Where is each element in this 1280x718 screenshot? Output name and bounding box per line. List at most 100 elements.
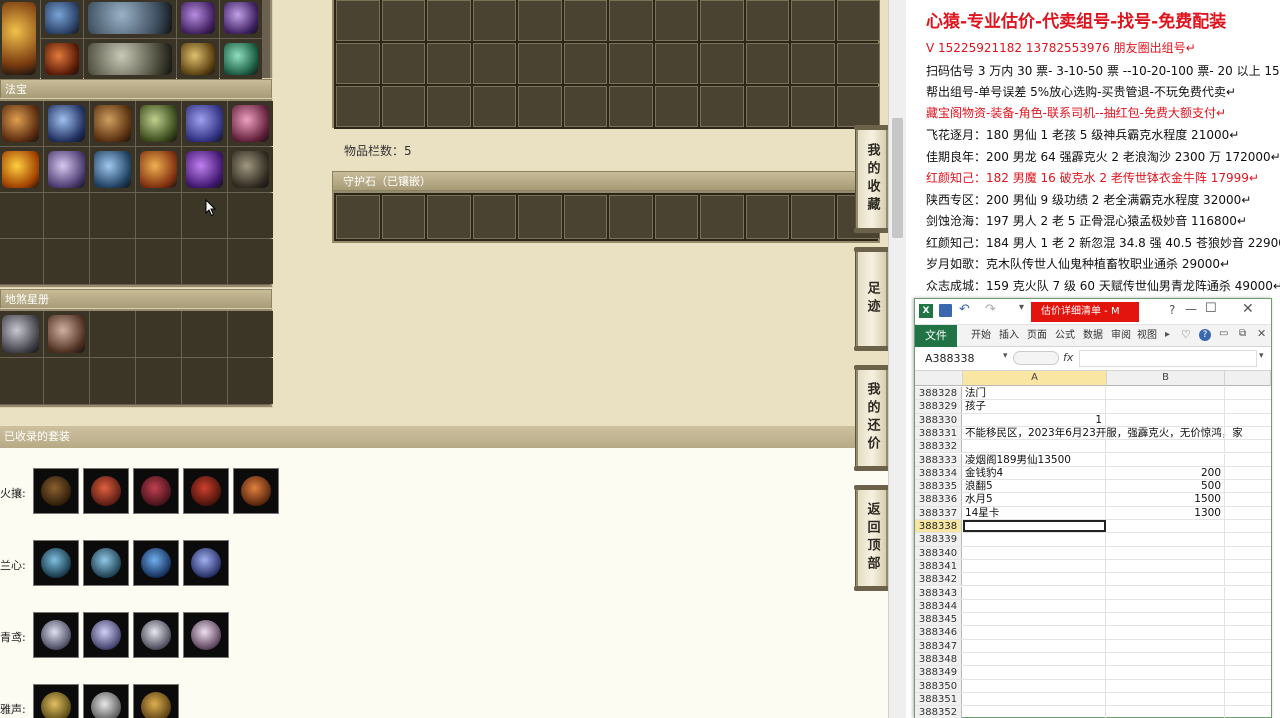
fabao-slot-empty[interactable] (90, 193, 135, 238)
fabao-slot[interactable] (0, 101, 43, 146)
row-number[interactable]: 388345 (915, 613, 962, 626)
suit-item[interactable] (233, 468, 279, 514)
suit-item[interactable] (83, 612, 129, 658)
table-row[interactable]: 388340 (915, 546, 1271, 560)
row-number[interactable]: 388342 (915, 573, 962, 586)
fabao-slot-empty[interactable] (0, 193, 43, 238)
ribbon-help-icon[interactable]: ? (1199, 329, 1211, 341)
inventory-slot[interactable] (472, 86, 516, 127)
inventory-slot[interactable] (381, 43, 425, 84)
row-number[interactable]: 388352 (915, 706, 962, 718)
cell-a[interactable]: 孩子 (963, 400, 1106, 413)
fabao-slot[interactable] (90, 147, 135, 192)
table-row[interactable]: 388345 (915, 613, 1271, 627)
tab-review[interactable]: 审阅 (1111, 327, 1131, 345)
close-icon[interactable]: ✕ (1242, 301, 1254, 317)
inventory-slot[interactable] (654, 0, 698, 41)
guardian-slot[interactable] (609, 195, 653, 239)
tab-data[interactable]: 数据 (1083, 327, 1103, 345)
suit-item[interactable] (33, 612, 79, 658)
inventory-slot[interactable] (791, 86, 835, 127)
star-card-slot-empty[interactable] (182, 358, 227, 404)
row-number[interactable]: 388331 (915, 426, 962, 440)
tab-home[interactable]: 开始 (971, 327, 991, 345)
star-card-slot-empty[interactable] (44, 358, 89, 404)
cell-a[interactable]: 凌烟阁189男仙13500 (963, 453, 1106, 466)
cell-a[interactable]: 水月5 (963, 493, 1106, 506)
inventory-slot[interactable] (518, 86, 562, 127)
equip-slot[interactable] (41, 39, 83, 79)
fabao-slot-empty[interactable] (0, 239, 43, 284)
inventory-slot[interactable] (609, 0, 653, 41)
inventory-slot[interactable] (609, 43, 653, 84)
row-number[interactable]: 388330 (915, 413, 962, 426)
table-row[interactable]: 388332 (915, 440, 1271, 454)
cell-a[interactable] (963, 586, 1106, 599)
cell-a[interactable] (963, 653, 1106, 666)
fabao-slot-empty[interactable] (136, 239, 181, 284)
formula-controls[interactable] (1013, 351, 1059, 365)
suit-item[interactable] (83, 684, 129, 718)
tab-page-layout[interactable]: 页面 (1027, 327, 1047, 345)
suit-item[interactable] (133, 612, 179, 658)
inventory-slot[interactable] (336, 43, 380, 84)
suit-item[interactable] (183, 540, 229, 586)
star-card-slot[interactable] (44, 311, 89, 357)
row-number[interactable]: 388332 (915, 440, 962, 453)
fx-icon[interactable]: fx (1063, 351, 1073, 364)
table-row[interactable]: 388351 (915, 692, 1271, 707)
table-row[interactable]: 388342 (915, 573, 1271, 587)
inventory-slot[interactable] (836, 86, 880, 127)
column-header-b[interactable]: B (1107, 371, 1225, 386)
cell-a[interactable] (963, 520, 1106, 533)
row-number[interactable]: 388340 (915, 546, 962, 559)
star-card-slot-empty[interactable] (136, 311, 181, 357)
fabao-slot-empty[interactable] (182, 239, 227, 284)
cell-b[interactable]: 500 (1107, 480, 1225, 493)
equip-slot[interactable] (84, 0, 176, 38)
cell-b[interactable] (1107, 679, 1225, 692)
cell-a[interactable]: 不能移民区，2023年6月23开服，强霹克火，无价惊鸿，家 (963, 426, 1243, 440)
suit-item[interactable] (33, 684, 79, 718)
name-box[interactable]: A388338 (925, 351, 1003, 367)
star-card-slot-empty[interactable] (90, 311, 135, 357)
save-icon[interactable] (939, 304, 952, 317)
inventory-slot[interactable] (609, 86, 653, 127)
equip-slot[interactable] (220, 39, 262, 79)
row-number[interactable]: 388349 (915, 666, 962, 679)
fabao-slot-empty[interactable] (228, 193, 273, 238)
inventory-slot[interactable] (336, 86, 380, 127)
cell-a[interactable]: 14星卡 (963, 506, 1106, 519)
suit-item[interactable] (33, 540, 79, 586)
table-row[interactable]: 388352 (915, 706, 1271, 718)
guardian-slot[interactable] (700, 195, 744, 239)
fabao-slot-empty[interactable] (228, 239, 273, 284)
row-number[interactable]: 388328 (915, 387, 962, 400)
cell-b[interactable]: 1300 (1107, 506, 1225, 519)
cell-a[interactable] (963, 639, 1106, 652)
quick-access-dropdown-icon[interactable]: ▾ (1019, 302, 1024, 313)
inventory-slot[interactable] (791, 43, 835, 84)
suit-item[interactable] (133, 684, 179, 718)
table-row[interactable]: 388330 1 (915, 413, 1271, 427)
inventory-slot[interactable] (472, 43, 516, 84)
tab-footprints[interactable]: 足迹 (854, 247, 888, 351)
row-number[interactable]: 388351 (915, 692, 962, 706)
cell-a[interactable] (963, 626, 1106, 639)
help-icon[interactable]: ? (1169, 303, 1175, 317)
equip-slot[interactable] (84, 39, 176, 79)
row-number[interactable]: 388335 (915, 480, 962, 493)
cell-b[interactable] (1107, 533, 1225, 546)
page-scrollbar[interactable] (888, 0, 906, 718)
table-row[interactable]: 388336 水月5 1500 (915, 493, 1271, 507)
cell-b[interactable] (1107, 440, 1225, 453)
equip-slot[interactable] (177, 39, 219, 79)
tab-file[interactable]: 文件 (915, 325, 957, 347)
cell-b[interactable] (1107, 666, 1225, 679)
inventory-slot[interactable] (563, 0, 607, 41)
cell-b[interactable] (1107, 573, 1225, 586)
suit-item[interactable] (33, 468, 79, 514)
star-card-slot-empty[interactable] (228, 358, 273, 404)
cell-b[interactable]: 200 (1107, 466, 1225, 480)
column-header-c[interactable] (1225, 371, 1271, 386)
